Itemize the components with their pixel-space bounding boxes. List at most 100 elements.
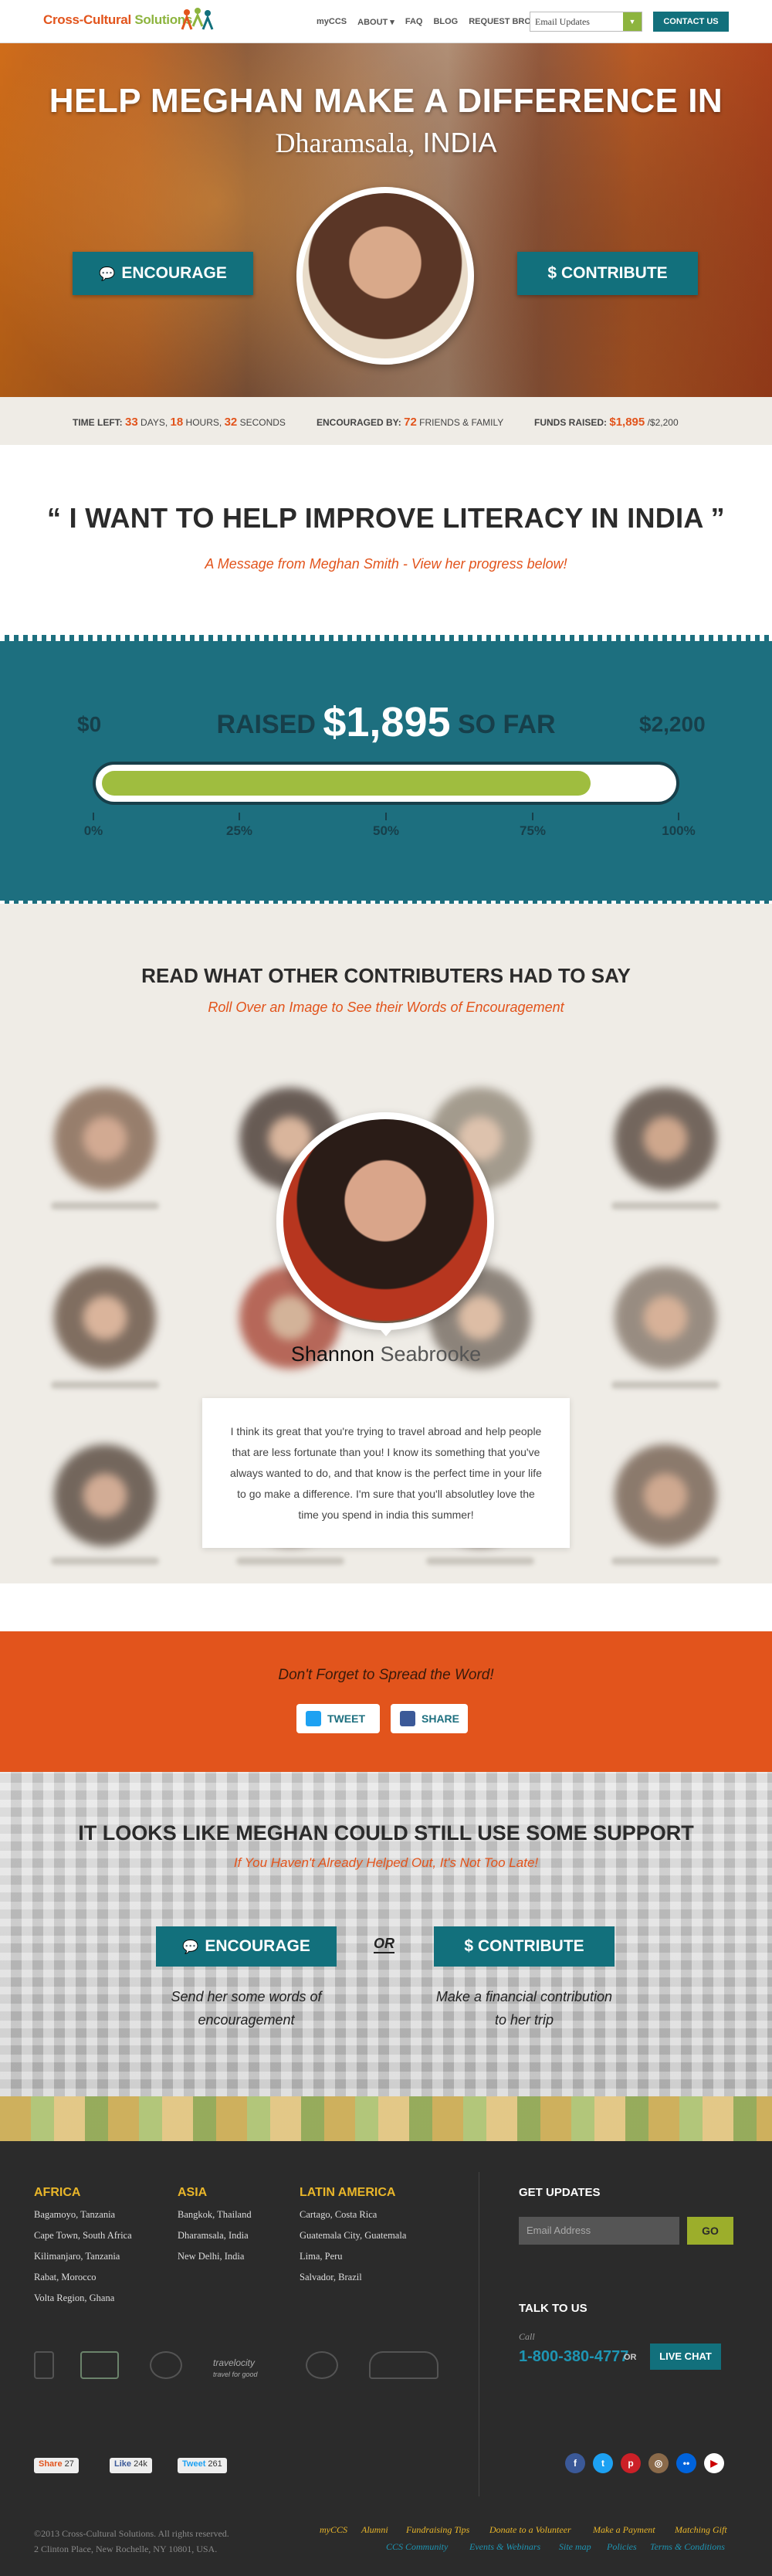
footer-link[interactable]: Bangkok, Thailand [178, 2209, 252, 2221]
contributor-name-blurred [51, 1202, 159, 1210]
youtube-icon[interactable]: ▶ [704, 2453, 724, 2473]
tweet-button[interactable]: TWEET [296, 1704, 380, 1733]
raised-heading: RAISED $1,895 SO FAR [0, 698, 772, 746]
contributor-avatar[interactable] [615, 1088, 716, 1190]
footer-link[interactable]: Bagamoyo, Tanzania [34, 2209, 132, 2221]
pinterest-icon[interactable]: p [621, 2453, 641, 2473]
campaign-stats: TIME LEFT: 33 DAYS, 18 HOURS, 32 SECONDS… [0, 397, 772, 445]
footer-link[interactable]: Donate to a Volunteer [489, 2524, 571, 2536]
footer-go-button[interactable]: GO [687, 2217, 733, 2245]
contributor-name-blurred [236, 1557, 344, 1565]
contributor-name-blurred [611, 1381, 720, 1389]
photo-pointer [377, 1325, 395, 1336]
footer-link[interactable]: Dharamsala, India [178, 2230, 252, 2242]
people-logo-icon [181, 8, 214, 30]
footer-link[interactable]: Fundraising Tips [406, 2524, 469, 2536]
instagram-icon[interactable]: ◎ [648, 2453, 669, 2473]
footer-link[interactable]: CCS Community [386, 2541, 448, 2553]
nav-myccs[interactable]: myCCS [317, 17, 347, 27]
address-text: 2 Clinton Place, New Rochelle, NY 10801,… [34, 2544, 218, 2554]
hours-value: 18 [170, 416, 184, 429]
footer-link[interactable]: Volta Region, Ghana [34, 2293, 132, 2304]
share-counter[interactable]: Share 27 [34, 2458, 79, 2473]
contributor-avatar[interactable] [54, 1444, 156, 1546]
bbb-logo [34, 2351, 54, 2379]
speech-bubble-icon: 💬 [99, 266, 116, 281]
footer-link[interactable]: Policies [607, 2541, 637, 2553]
support-contribute-button[interactable]: $ CONTRIBUTE [434, 1926, 615, 1967]
like-count-label: Like [114, 2459, 132, 2469]
footer-latin-america: LATIN AMERICA Cartago, Costa Rica Guatem… [300, 2186, 406, 2293]
funds-goal: /$2,200 [647, 417, 679, 428]
nav-about[interactable]: ABOUT ▾ [357, 17, 394, 27]
support-title: IT LOOKS LIKE MEGHAN COULD STILL USE SOM… [78, 1821, 694, 1845]
hero-encourage-button[interactable]: 💬 ENCOURAGE [73, 252, 253, 295]
hero-title: HELP MEGHAN MAKE A DIFFERENCE IN [49, 82, 723, 120]
contributor-avatar[interactable] [54, 1088, 156, 1190]
footer-link[interactable]: Kilimanjaro, Tanzania [34, 2251, 132, 2262]
nav-blog[interactable]: BLOG [433, 17, 458, 27]
time-left-label: TIME LEFT: [73, 417, 123, 428]
support-contribute-label: CONTRIBUTE [478, 1937, 584, 1955]
footer-link[interactable]: Make a Payment [593, 2524, 655, 2536]
quote-subtitle: A Message from Meghan Smith - View her p… [205, 556, 567, 572]
logo-text: Cross-Cultural [43, 12, 131, 27]
footer-link[interactable]: Events & Webinars [469, 2541, 540, 2553]
hero-contribute-button[interactable]: $ CONTRIBUTE [517, 252, 698, 295]
featured-contributor-photo[interactable] [276, 1112, 494, 1330]
footer-link[interactable]: Site map [559, 2541, 591, 2553]
progress-bar [93, 762, 679, 805]
contributors-section: READ WHAT OTHER CONTRIBUTERS HAD TO SAY … [0, 904, 772, 1583]
or-label: OR [624, 2353, 637, 2362]
footer-link[interactable]: Cartago, Costa Rica [300, 2209, 406, 2221]
nav-faq[interactable]: FAQ [405, 17, 423, 27]
progress-tick [385, 813, 387, 820]
footer-link[interactable]: Matching Gift [675, 2524, 727, 2536]
footer-link[interactable]: Lima, Peru [300, 2251, 406, 2262]
footer-email-input[interactable]: Email Address [519, 2217, 679, 2245]
progress-tick [678, 813, 679, 820]
footer-link[interactable]: Alumni [361, 2524, 388, 2536]
footer-link[interactable]: Terms & Conditions [650, 2541, 725, 2553]
seal-logo [150, 2351, 182, 2379]
contributor-avatar[interactable] [615, 1444, 716, 1546]
contributors-title: READ WHAT OTHER CONTRIBUTERS HAD TO SAY [141, 964, 631, 987]
footer-link[interactable]: Salvador, Brazil [300, 2272, 406, 2283]
hero-encourage-label: ENCOURAGE [121, 264, 227, 282]
featured-last-name: Seabrooke [380, 1342, 482, 1366]
page: Cross-Cultural Solutions myCCS ABOUT ▾ F… [0, 0, 772, 2576]
contributor-name-blurred [611, 1202, 720, 1210]
share-button[interactable]: SHARE [391, 1704, 468, 1733]
tweet-label: TWEET [327, 1712, 365, 1725]
tweet-counter[interactable]: Tweet 261 [178, 2458, 227, 2473]
footer-link[interactable]: Rabat, Morocco [34, 2272, 132, 2283]
facebook-icon[interactable]: f [565, 2453, 585, 2473]
email-updates-select[interactable]: Email Updates ▼ [530, 12, 642, 32]
support-subtitle: If You Haven't Already Helped Out, It's … [233, 1855, 539, 1870]
phone-number[interactable]: 1-800-380-4777 [519, 2348, 628, 2366]
live-chat-button[interactable]: LIVE CHAT [650, 2344, 721, 2370]
progress-tick [532, 813, 533, 820]
footer-link[interactable]: myCCS [320, 2524, 347, 2536]
footer-link[interactable]: Guatemala City, Guatemala [300, 2230, 406, 2242]
travelocity-logo-sub: travel for good [213, 2371, 258, 2378]
dollar-icon: $ [464, 1937, 473, 1955]
twitter-icon[interactable]: t [593, 2453, 613, 2473]
days-value: 33 [125, 416, 138, 429]
footer-link[interactable]: New Delhi, India [178, 2251, 252, 2262]
un-logo [306, 2351, 338, 2379]
share-count: 27 [64, 2459, 74, 2469]
copyright-text: ©2013 Cross-Cultural Solutions. All righ… [34, 2528, 229, 2539]
featured-contributor-name: Shannon Seabrooke [0, 1342, 772, 1366]
talk-to-us-title: TALK TO US [519, 2302, 587, 2315]
flickr-icon[interactable]: •• [676, 2453, 696, 2473]
footer-link[interactable]: Cape Town, South Africa [34, 2230, 132, 2242]
support-encourage-button[interactable]: 💬 ENCOURAGE [156, 1926, 337, 1967]
hours-unit: HOURS, [185, 417, 222, 428]
footer-africa-title: AFRICA [34, 2186, 81, 2199]
logo[interactable]: Cross-Cultural Solutions [43, 12, 192, 28]
contact-us-button[interactable]: CONTACT US [653, 12, 729, 32]
facebook-icon [400, 1711, 415, 1726]
like-counter[interactable]: Like 24k [110, 2458, 152, 2473]
contributor-name-blurred [611, 1557, 720, 1565]
